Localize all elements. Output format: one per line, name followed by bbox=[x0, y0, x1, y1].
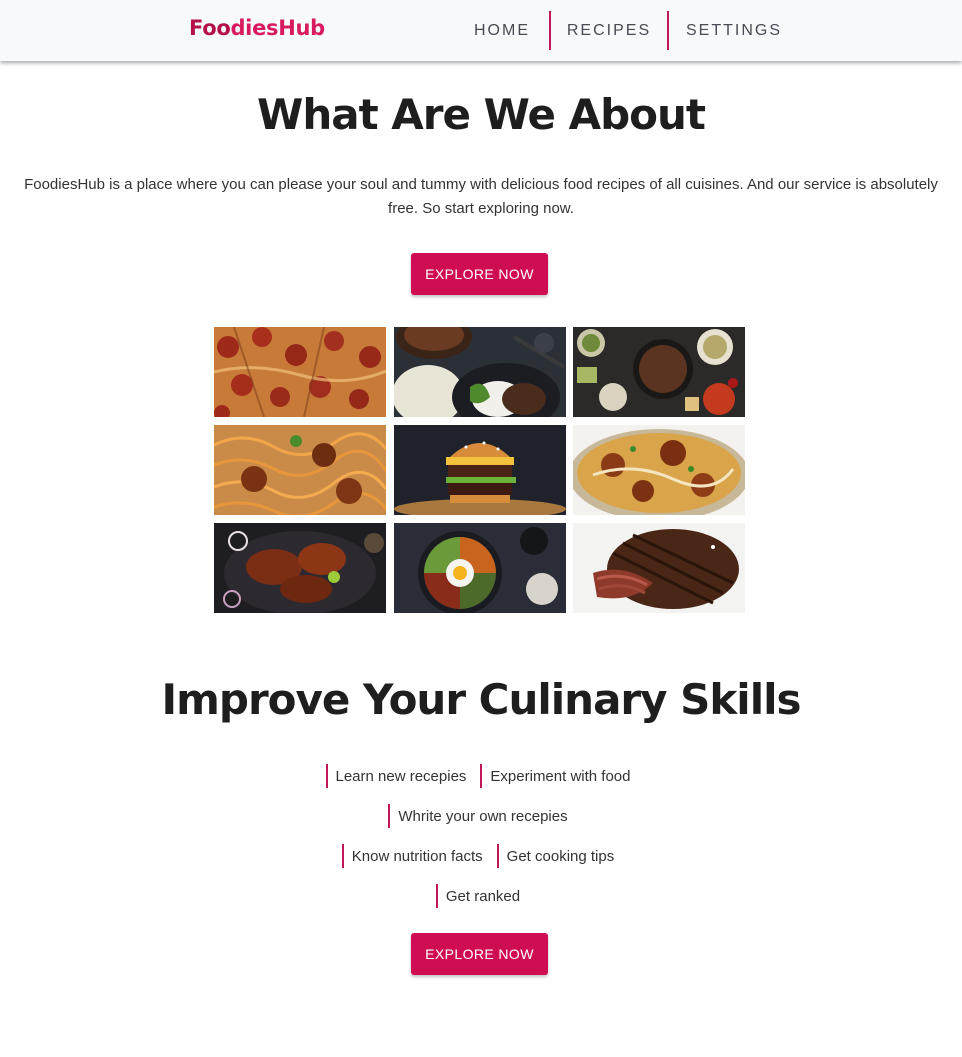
food-gallery bbox=[214, 327, 745, 613]
logo[interactable]: FoodiesHub bbox=[189, 16, 325, 40]
skill-item: Know nutrition facts bbox=[341, 844, 489, 868]
nav-link-settings[interactable]: SETTINGS bbox=[669, 11, 799, 50]
skills-title: Improve Your Culinary Skills bbox=[161, 675, 802, 724]
explore-now-button[interactable]: EXPLORE NOW bbox=[411, 933, 548, 975]
skill-item: Get cooking tips bbox=[496, 844, 621, 868]
bibimbap-image bbox=[394, 523, 566, 613]
skills-row: Know nutrition facts Get cooking tips bbox=[0, 836, 962, 876]
skill-item: Get ranked bbox=[435, 884, 526, 908]
burger-image bbox=[394, 425, 566, 515]
logo-part-1: Foo bbox=[189, 16, 231, 40]
spaghetti-meatballs-image bbox=[214, 425, 386, 515]
skills-list: Learn new recepies Experiment with food … bbox=[0, 756, 962, 916]
about-title: What Are We About bbox=[257, 90, 706, 139]
korean-bbq-image bbox=[573, 327, 745, 417]
skill-item: Whrite your own recepies bbox=[388, 804, 573, 828]
nav-link-recipes[interactable]: RECIPES bbox=[551, 11, 667, 50]
skills-row: Whrite your own recepies bbox=[0, 796, 962, 836]
grilled-steak-image bbox=[573, 523, 745, 613]
nav-link-home[interactable]: HOME bbox=[455, 11, 549, 50]
skills-row: Learn new recepies Experiment with food bbox=[0, 756, 962, 796]
navbar: FoodiesHub HOME RECIPES SETTINGS bbox=[0, 0, 962, 61]
skill-item: Experiment with food bbox=[480, 764, 636, 788]
logo-part-2: diesHub bbox=[230, 16, 325, 40]
about-description: FoodiesHub is a place where you can plea… bbox=[24, 176, 938, 217]
nav-links: HOME RECIPES SETTINGS bbox=[455, 11, 799, 50]
tandoori-chicken-image bbox=[214, 523, 386, 613]
rice-bowl-image bbox=[394, 327, 566, 417]
explore-now-button[interactable]: EXPLORE NOW bbox=[411, 253, 548, 295]
skills-row: Get ranked bbox=[0, 876, 962, 916]
biryani-image bbox=[573, 425, 745, 515]
skill-item: Learn new recepies bbox=[325, 764, 473, 788]
pepperoni-pizza-image bbox=[214, 327, 386, 417]
